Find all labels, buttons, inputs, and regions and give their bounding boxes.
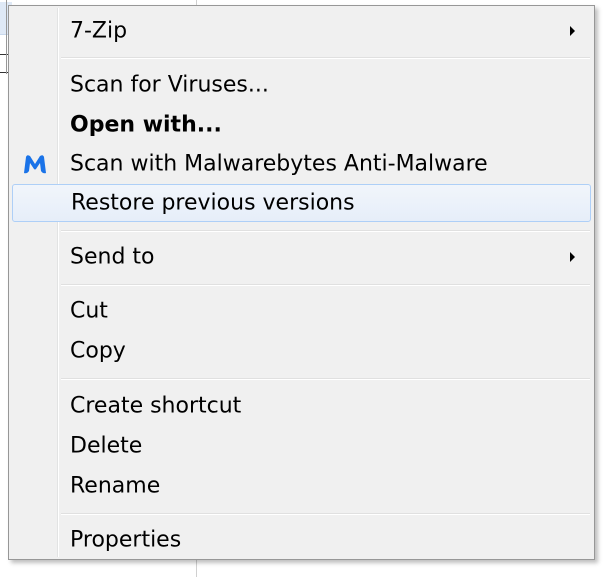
background-divider [196, 560, 197, 577]
menu-item-label: Delete [70, 433, 143, 459]
menu-item-scan-malwarebytes[interactable]: Scan with Malwarebytes Anti-Malware [12, 145, 591, 183]
menu-item-restore-previous-versions[interactable]: Restore previous versions [12, 184, 591, 222]
malwarebytes-icon [24, 155, 46, 174]
menu-item-send-to[interactable]: Send to [12, 238, 591, 276]
menu-separator [61, 284, 590, 286]
menu-item-7zip[interactable]: 7-Zip [12, 12, 591, 50]
menu-item-cut[interactable]: Cut [12, 292, 591, 330]
submenu-arrow-icon [570, 26, 575, 36]
menu-item-label: Rename [70, 473, 161, 499]
menu-item-open-with[interactable]: Open with... [12, 106, 591, 144]
context-menu: 7-Zip Scan for Viruses... Open with... S… [8, 5, 595, 560]
menu-separator [61, 513, 590, 515]
menu-item-scan-for-viruses[interactable]: Scan for Viruses... [12, 66, 591, 104]
menu-item-properties[interactable]: Properties [12, 521, 591, 559]
background-divider [6, 0, 7, 74]
menu-item-label: Cut [70, 298, 108, 324]
menu-item-label: Copy [70, 338, 126, 364]
menu-separator [61, 57, 590, 59]
menu-item-label: 7-Zip [70, 18, 128, 44]
submenu-arrow-icon [570, 252, 575, 262]
menu-item-create-shortcut[interactable]: Create shortcut [12, 387, 591, 425]
menu-separator [61, 230, 590, 232]
menu-item-label: Restore previous versions [71, 190, 355, 216]
menu-item-delete[interactable]: Delete [12, 427, 591, 465]
menu-item-label: Properties [70, 527, 182, 553]
menu-item-label: Scan with Malwarebytes Anti-Malware [70, 151, 488, 177]
menu-item-label: Scan for Viruses... [70, 72, 269, 98]
menu-item-rename[interactable]: Rename [12, 467, 591, 505]
menu-separator [61, 378, 590, 380]
menu-item-label: Open with... [70, 112, 222, 138]
menu-item-copy[interactable]: Copy [12, 332, 591, 370]
menu-item-label: Create shortcut [70, 393, 242, 419]
menu-item-label: Send to [70, 244, 155, 270]
